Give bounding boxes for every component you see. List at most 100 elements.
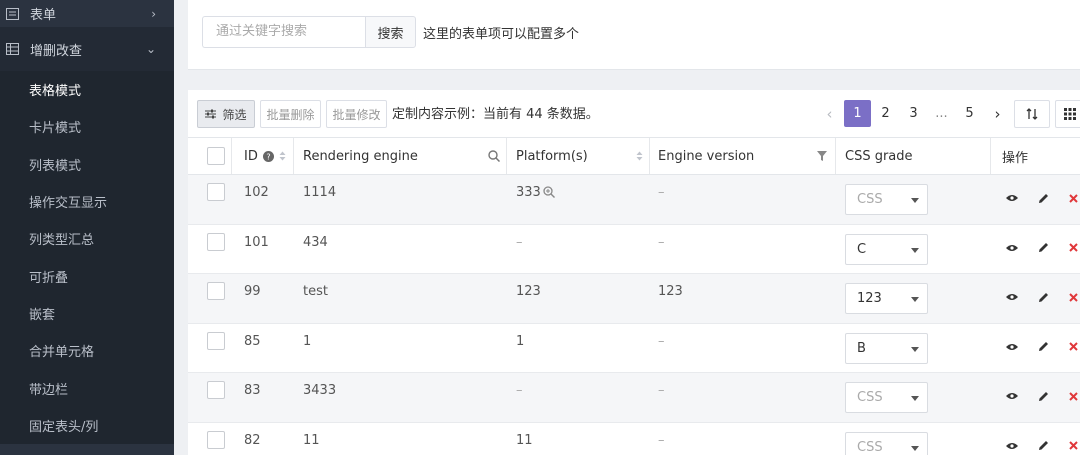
table-row: 85 1 1 – B bbox=[188, 324, 1080, 373]
page-ellipsis: ... bbox=[935, 106, 948, 121]
header-version-label: Engine version bbox=[658, 148, 755, 164]
pagination: ‹ 1 2 3 ... 5 › bbox=[816, 100, 1012, 127]
header-platform[interactable]: Platform(s) bbox=[507, 138, 650, 174]
view-eye-icon[interactable] bbox=[1006, 242, 1018, 254]
delete-x-icon[interactable] bbox=[1067, 390, 1079, 402]
cell-grade: 123 bbox=[836, 274, 991, 323]
sort-icon[interactable] bbox=[279, 151, 286, 161]
cell-grade: CSS bbox=[836, 175, 991, 224]
header-engine[interactable]: Rendering engine bbox=[294, 138, 507, 174]
zoom-in-icon[interactable] bbox=[543, 186, 555, 198]
view-eye-icon[interactable] bbox=[1006, 291, 1018, 303]
header-version[interactable]: Engine version bbox=[650, 138, 836, 174]
sidebar-item-label: 表单 bbox=[30, 8, 57, 23]
filter-sliders-icon bbox=[205, 109, 217, 119]
caret-down-icon bbox=[911, 247, 919, 253]
grade-select[interactable]: CSS bbox=[845, 382, 928, 413]
grade-select[interactable]: CSS bbox=[845, 431, 928, 455]
row-checkbox[interactable] bbox=[207, 331, 225, 350]
sidebar-item-with-sidebar[interactable]: 带边栏 bbox=[0, 369, 174, 406]
header-grade-label: CSS grade bbox=[845, 148, 913, 164]
search-icon[interactable] bbox=[488, 150, 500, 162]
sidebar-item-collapsible[interactable]: 可折叠 bbox=[0, 257, 174, 294]
filter-button[interactable]: 筛选 bbox=[197, 100, 255, 128]
sidebar-item-column-types[interactable]: 列类型汇总 bbox=[0, 220, 174, 257]
grade-select[interactable]: C bbox=[845, 233, 928, 265]
header-id[interactable]: ID ? bbox=[232, 138, 294, 174]
sidebar-item-label: 增删改查 bbox=[30, 43, 83, 59]
page-5[interactable]: 5 bbox=[956, 100, 983, 127]
row-checkbox[interactable] bbox=[207, 183, 225, 201]
sidebar-item-merge-cells[interactable]: 合并单元格 bbox=[0, 332, 174, 369]
table-row: 99 test 123 123 123 bbox=[188, 274, 1080, 324]
view-eye-icon[interactable] bbox=[1006, 390, 1018, 402]
sort-button[interactable] bbox=[1014, 100, 1050, 128]
cell-grade: B bbox=[836, 324, 991, 373]
next-page-icon[interactable]: › bbox=[984, 100, 1011, 127]
cell-grade: CSS bbox=[836, 373, 991, 422]
page-1[interactable]: 1 bbox=[844, 100, 871, 127]
delete-x-icon[interactable] bbox=[1067, 440, 1079, 452]
delete-x-icon[interactable] bbox=[1067, 192, 1079, 204]
grade-select[interactable]: CSS bbox=[845, 184, 928, 215]
chevron-down-icon: ⌄ bbox=[145, 42, 156, 56]
batch-edit-button[interactable]: 批量修改 bbox=[326, 100, 387, 128]
row-checkbox[interactable] bbox=[207, 282, 225, 300]
grade-select[interactable]: 123 bbox=[845, 283, 928, 314]
table-toolbar: 筛选 批量删除 批量修改 定制内容示例：当前有 44 条数据。 ‹ 1 2 3 … bbox=[188, 90, 1080, 137]
caret-down-icon bbox=[911, 445, 919, 451]
edit-pencil-icon[interactable] bbox=[1037, 341, 1049, 353]
header-engine-label: Rendering engine bbox=[303, 148, 418, 164]
row-checkbox[interactable] bbox=[207, 381, 225, 399]
sidebar-item-nested[interactable]: 嵌套 bbox=[0, 295, 174, 332]
cell-grade: C bbox=[836, 225, 991, 274]
prev-page-icon[interactable]: ‹ bbox=[816, 100, 843, 127]
sidebar-item-crud[interactable]: 增删改查 ⌄ bbox=[0, 27, 174, 71]
sidebar-item-card-mode[interactable]: 卡片模式 bbox=[0, 108, 174, 145]
sidebar-item-form[interactable]: 表单 › bbox=[0, 0, 174, 27]
delete-x-icon[interactable] bbox=[1067, 291, 1079, 303]
select-all-checkbox[interactable] bbox=[207, 147, 225, 165]
sidebar: 表单 › 增删改查 ⌄ 表格模式 卡片模式 列表模式 操作交互显示 列类型汇总 … bbox=[0, 0, 174, 455]
caret-down-icon bbox=[911, 346, 919, 352]
grade-select[interactable]: B bbox=[845, 332, 928, 364]
search-tip: 这里的表单项可以配置多个 bbox=[423, 27, 580, 42]
sidebar-item-interaction[interactable]: 操作交互显示 bbox=[0, 183, 174, 220]
header-platform-label: Platform(s) bbox=[516, 148, 588, 164]
filter-icon[interactable] bbox=[817, 151, 827, 161]
page-2[interactable]: 2 bbox=[872, 100, 899, 127]
edit-pencil-icon[interactable] bbox=[1037, 291, 1049, 303]
form-icon bbox=[6, 7, 20, 20]
header-id-label: ID bbox=[244, 148, 258, 164]
edit-pencil-icon[interactable] bbox=[1037, 242, 1049, 254]
cell-grade: CSS bbox=[836, 423, 991, 455]
caret-down-icon bbox=[911, 396, 919, 401]
edit-pencil-icon[interactable] bbox=[1037, 390, 1049, 402]
row-checkbox[interactable] bbox=[207, 430, 225, 449]
sidebar-item-list-mode[interactable]: 列表模式 bbox=[0, 146, 174, 183]
edit-pencil-icon[interactable] bbox=[1037, 192, 1049, 204]
help-icon[interactable]: ? bbox=[262, 150, 274, 162]
page-3[interactable]: 3 bbox=[900, 100, 927, 127]
submenu: 表格模式 卡片模式 列表模式 操作交互显示 列类型汇总 可折叠 嵌套 合并单元格… bbox=[0, 71, 174, 444]
delete-x-icon[interactable] bbox=[1067, 242, 1079, 254]
grid-icon bbox=[1064, 108, 1076, 120]
row-checkbox[interactable] bbox=[207, 232, 225, 251]
view-eye-icon[interactable] bbox=[1006, 192, 1018, 204]
sort-icon[interactable] bbox=[636, 151, 643, 161]
search-button[interactable]: 搜索 bbox=[365, 16, 416, 48]
sidebar-item-fixed-header[interactable]: 固定表头/列 bbox=[0, 407, 174, 444]
columns-button[interactable] bbox=[1055, 100, 1080, 128]
sidebar-item-table-mode[interactable]: 表格模式 bbox=[0, 71, 174, 108]
caret-down-icon bbox=[911, 297, 919, 302]
view-eye-icon[interactable] bbox=[1006, 440, 1018, 452]
search-input[interactable]: 通过关键字搜索 bbox=[202, 16, 366, 48]
table-row: 83 3433 – – CSS bbox=[188, 373, 1080, 423]
table-icon bbox=[6, 43, 20, 55]
delete-x-icon[interactable] bbox=[1067, 341, 1079, 353]
batch-delete-button[interactable]: 批量删除 bbox=[260, 100, 321, 128]
header-ops-label: 操作 bbox=[1002, 150, 1029, 166]
view-eye-icon[interactable] bbox=[1006, 341, 1018, 353]
sort-icon bbox=[1026, 108, 1038, 120]
edit-pencil-icon[interactable] bbox=[1037, 440, 1049, 452]
